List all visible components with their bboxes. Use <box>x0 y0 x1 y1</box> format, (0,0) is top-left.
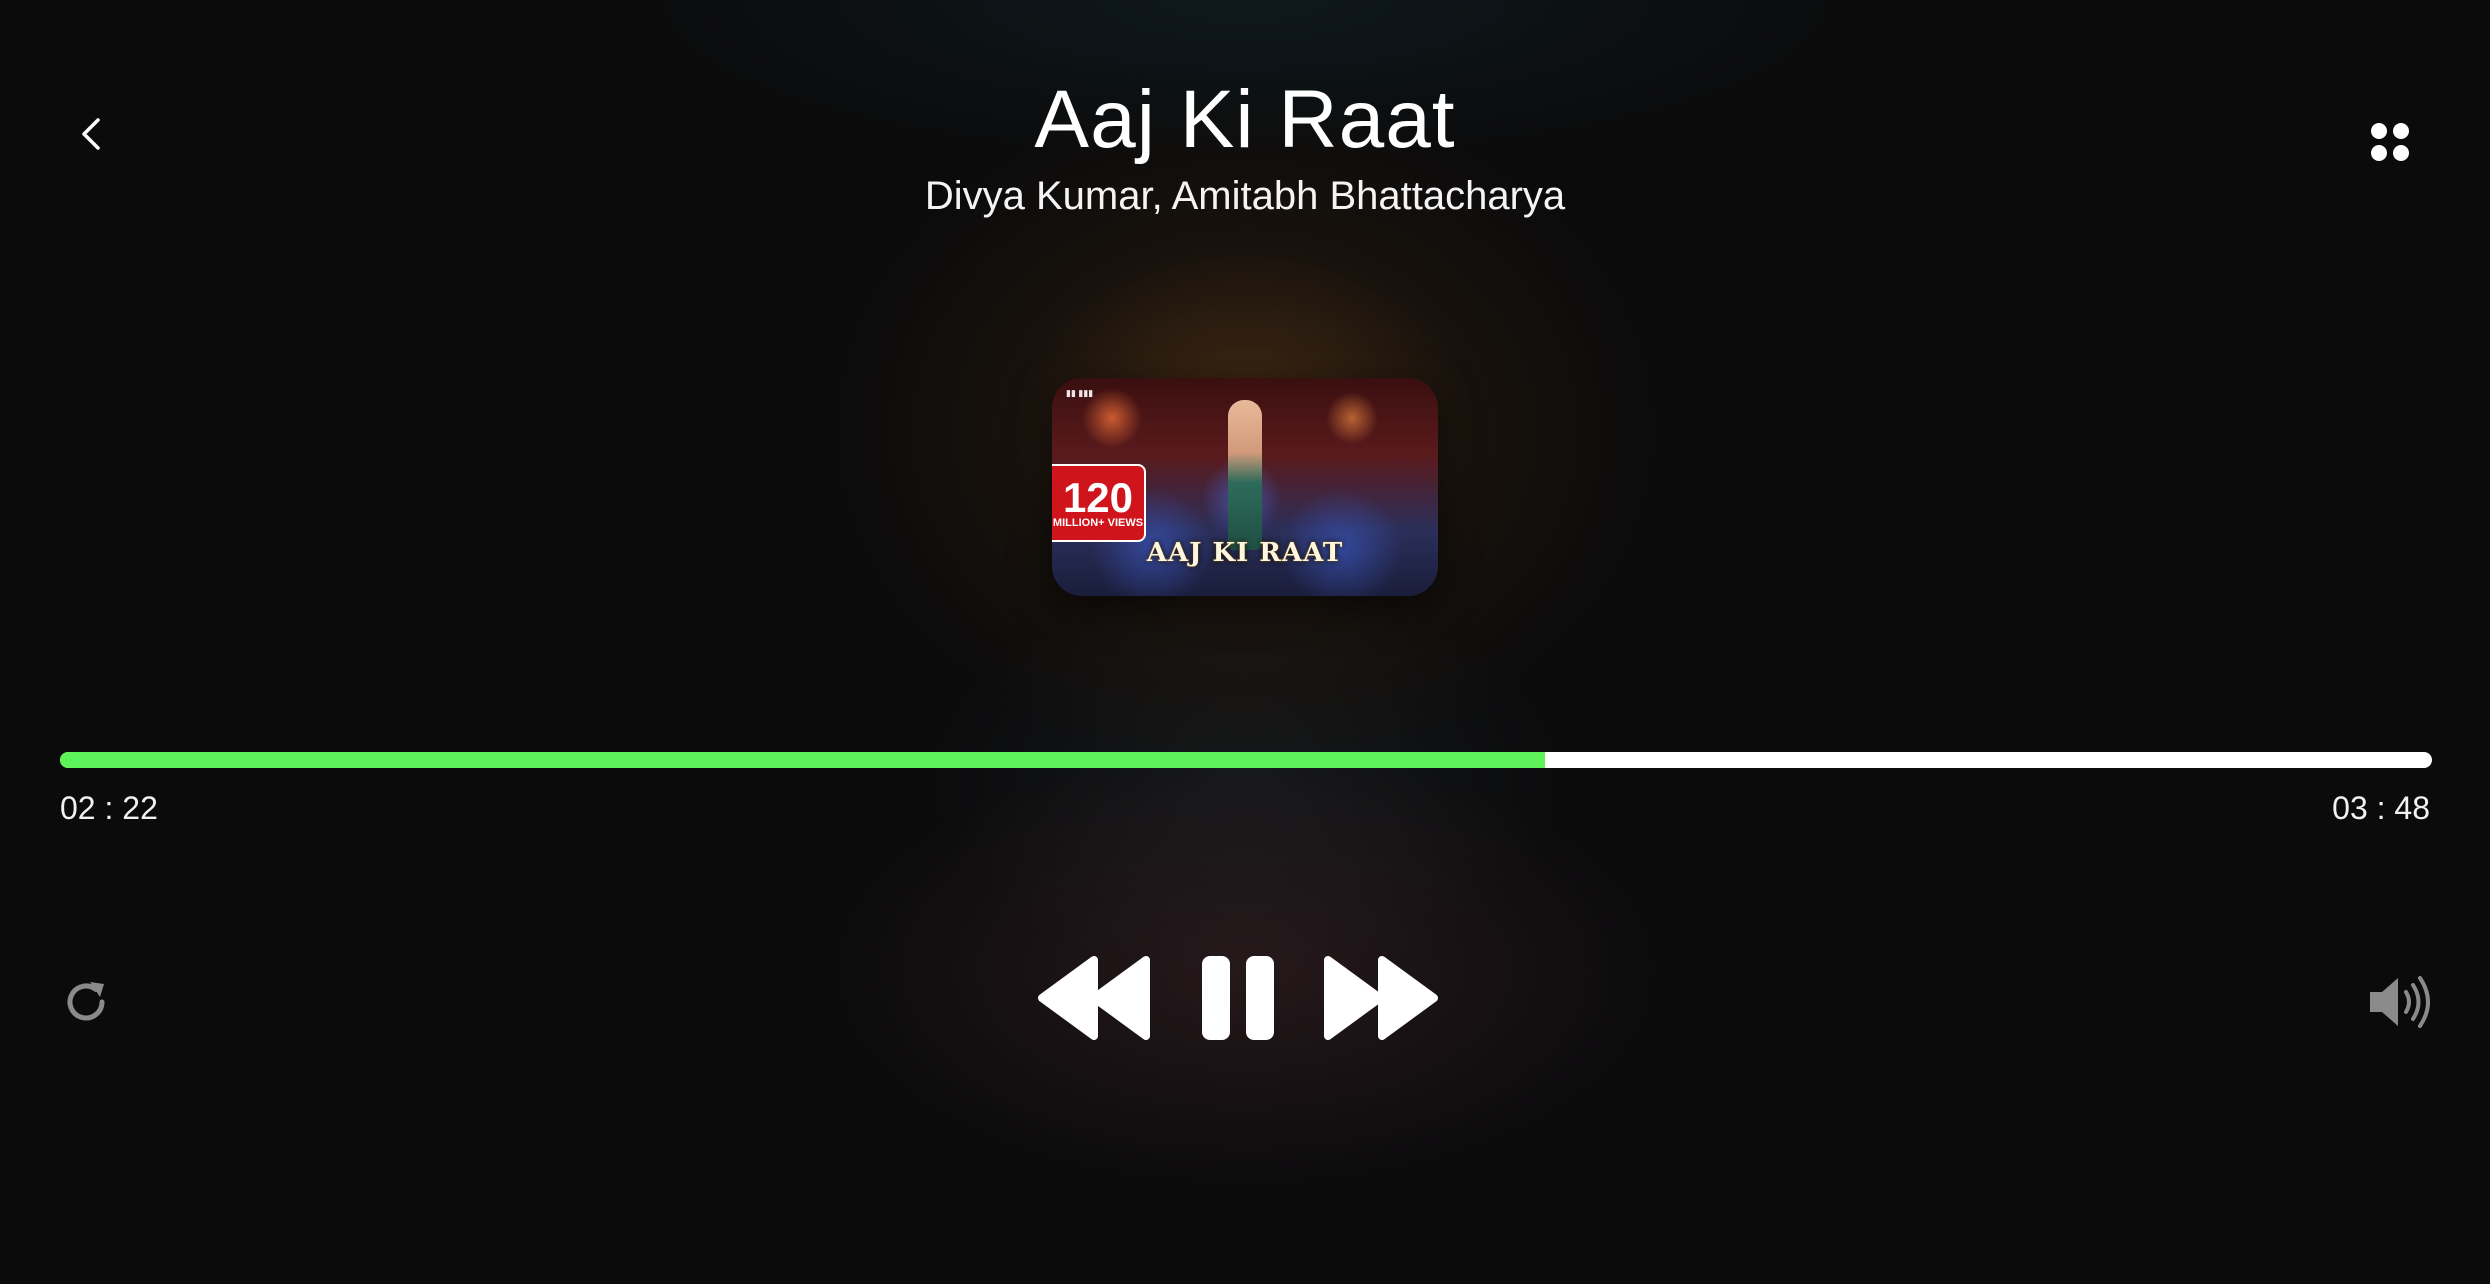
views-badge-number: 120 <box>1062 473 1134 521</box>
previous-button[interactable] <box>1034 952 1154 1044</box>
views-badge: 120 MILLION+ VIEWS <box>1052 464 1146 542</box>
pause-icon <box>1202 956 1274 1040</box>
repeat-button[interactable] <box>58 974 114 1030</box>
song-title: Aaj Ki Raat <box>1034 74 1456 165</box>
progress-fill <box>60 752 1545 768</box>
volume-icon <box>2370 976 2430 1028</box>
artwork-corner-logos: ▮▮ ▮▮▮ <box>1066 388 1094 398</box>
rewind-icon <box>1038 956 1150 1040</box>
elapsed-time: 02 : 22 <box>60 790 158 826</box>
song-artists: Divya Kumar, Amitabh Bhattacharya <box>924 174 1566 218</box>
views-badge-text: MILLION+ VIEWS <box>1052 516 1144 529</box>
grid-dots-icon <box>2371 123 2409 161</box>
next-button[interactable] <box>1320 952 1444 1044</box>
artwork-dancer <box>1228 400 1262 550</box>
artwork-title-logo: AAJ KI RAAT <box>1146 538 1344 568</box>
title-block: Aaj Ki Raat Divya Kumar, Amitabh Bhattac… <box>0 70 2490 222</box>
grid-menu-button[interactable] <box>2360 112 2420 172</box>
music-player-screen: Aaj Ki Raat Divya Kumar, Amitabh Bhattac… <box>0 0 2490 1284</box>
total-time: 03 : 48 <box>2332 790 2430 826</box>
album-artwork: ▮▮ ▮▮▮ 120 MILLION+ VIEWS AAJ KI RAAT <box>1052 378 1438 596</box>
pause-button[interactable] <box>1198 952 1278 1044</box>
fast-forward-icon <box>1324 956 1438 1040</box>
volume-button[interactable] <box>2366 972 2434 1032</box>
repeat-icon <box>67 982 105 1021</box>
progress-bar[interactable] <box>60 752 2432 768</box>
